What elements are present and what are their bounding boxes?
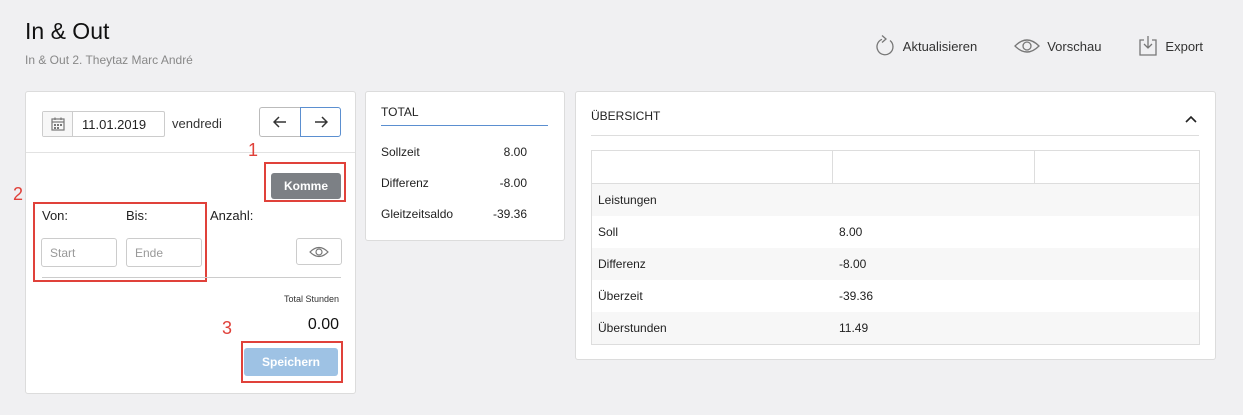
row-value: 8.00 <box>839 225 863 239</box>
preview-button[interactable]: Vorschau <box>1014 38 1101 54</box>
export-label: Export <box>1165 38 1203 54</box>
next-day-button[interactable] <box>300 107 341 137</box>
date-navigation <box>259 107 341 137</box>
von-label: Von: <box>42 208 69 223</box>
row-value: -8.00 <box>839 257 867 271</box>
annotation-1: 1 <box>248 140 259 160</box>
total-row-value: -8.00 <box>499 176 527 190</box>
total-row-label: Gleitzeitsaldo <box>381 207 454 221</box>
refresh-button[interactable]: Aktualisieren <box>874 34 977 58</box>
table-header-cell <box>1035 151 1199 183</box>
time-entry-card: 11.01.2019 vendredi 1 Komme 2 Von: Bis: … <box>13 91 356 394</box>
row-label: Differenz <box>598 257 646 271</box>
chevron-up-icon[interactable] <box>1185 110 1197 128</box>
table-row: Differenz -8.00 <box>592 248 1199 280</box>
calendar-icon[interactable] <box>43 112 73 136</box>
start-input[interactable]: Start <box>41 238 117 267</box>
overview-table: Leistungen Soll 8.00 Differenz -8.00 Übe… <box>591 150 1200 345</box>
row-label: Überstunden <box>598 321 667 335</box>
annotation-2: 2 <box>13 184 24 204</box>
total-row: Gleitzeitsaldo -39.36 <box>381 207 527 221</box>
table-row: Überzeit -39.36 <box>592 280 1199 312</box>
row-value: -39.36 <box>839 289 874 303</box>
overview-divider <box>591 135 1199 136</box>
total-row-label: Sollzeit <box>381 145 420 159</box>
row-label: Überzeit <box>598 289 643 303</box>
page-title: In & Out <box>25 18 110 44</box>
arrow-left-icon <box>273 116 286 128</box>
table-row: Überstunden 11.49 <box>592 312 1199 344</box>
previous-day-button[interactable] <box>259 107 300 137</box>
arrow-right-icon <box>314 116 328 128</box>
total-row-value: 8.00 <box>503 145 527 159</box>
total-row: Differenz -8.00 <box>381 176 527 190</box>
table-body: Leistungen Soll 8.00 Differenz -8.00 Übe… <box>592 184 1199 344</box>
total-hours-label: Total Stunden <box>283 294 339 304</box>
overview-card: ÜBERSICHT Leistungen Soll 8.00 Differenz… <box>575 91 1216 360</box>
eye-icon <box>1014 38 1041 54</box>
separator <box>42 277 341 278</box>
divider <box>26 152 355 153</box>
refresh-label: Aktualisieren <box>902 38 978 54</box>
total-hours-value: 0.00 <box>307 316 339 333</box>
export-button[interactable]: Export <box>1138 35 1203 57</box>
row-label: Soll <box>598 225 619 239</box>
page-subtitle: In & Out 2. Theytaz Marc André <box>25 53 193 67</box>
bis-label: Bis: <box>126 208 148 223</box>
komme-button[interactable]: Komme <box>271 173 341 199</box>
table-row: Leistungen <box>592 184 1199 216</box>
weekday-label: vendredi <box>172 116 222 131</box>
eye-icon <box>309 246 329 257</box>
overview-title: ÜBERSICHT <box>591 109 661 123</box>
annotation-3: 3 <box>222 318 233 338</box>
save-button[interactable]: Speichern <box>244 348 338 376</box>
export-icon <box>1138 35 1158 57</box>
view-details-button[interactable] <box>296 238 342 265</box>
total-card: TOTAL Sollzeit 8.00 Differenz -8.00 Glei… <box>365 91 565 241</box>
total-row: Sollzeit 8.00 <box>381 145 527 159</box>
refresh-icon <box>874 34 896 58</box>
total-row-value: -39.36 <box>492 207 527 221</box>
row-label: Leistungen <box>598 193 657 207</box>
table-header-cell <box>592 151 833 183</box>
row-value: 11.49 <box>839 321 869 335</box>
date-field[interactable]: 11.01.2019 <box>42 111 165 137</box>
end-input[interactable]: Ende <box>126 238 202 267</box>
table-row: Soll 8.00 <box>592 216 1199 248</box>
preview-label: Vorschau <box>1047 38 1102 54</box>
total-title-underline <box>381 125 548 126</box>
table-header-cell <box>833 151 1035 183</box>
date-value: 11.01.2019 <box>82 116 147 132</box>
total-row-label: Differenz <box>381 176 429 190</box>
table-header-row <box>592 151 1199 184</box>
total-title: TOTAL <box>381 105 419 119</box>
anzahl-label: Anzahl: <box>210 208 254 223</box>
toolbar: Aktualisieren Vorschau Export <box>874 34 1203 58</box>
